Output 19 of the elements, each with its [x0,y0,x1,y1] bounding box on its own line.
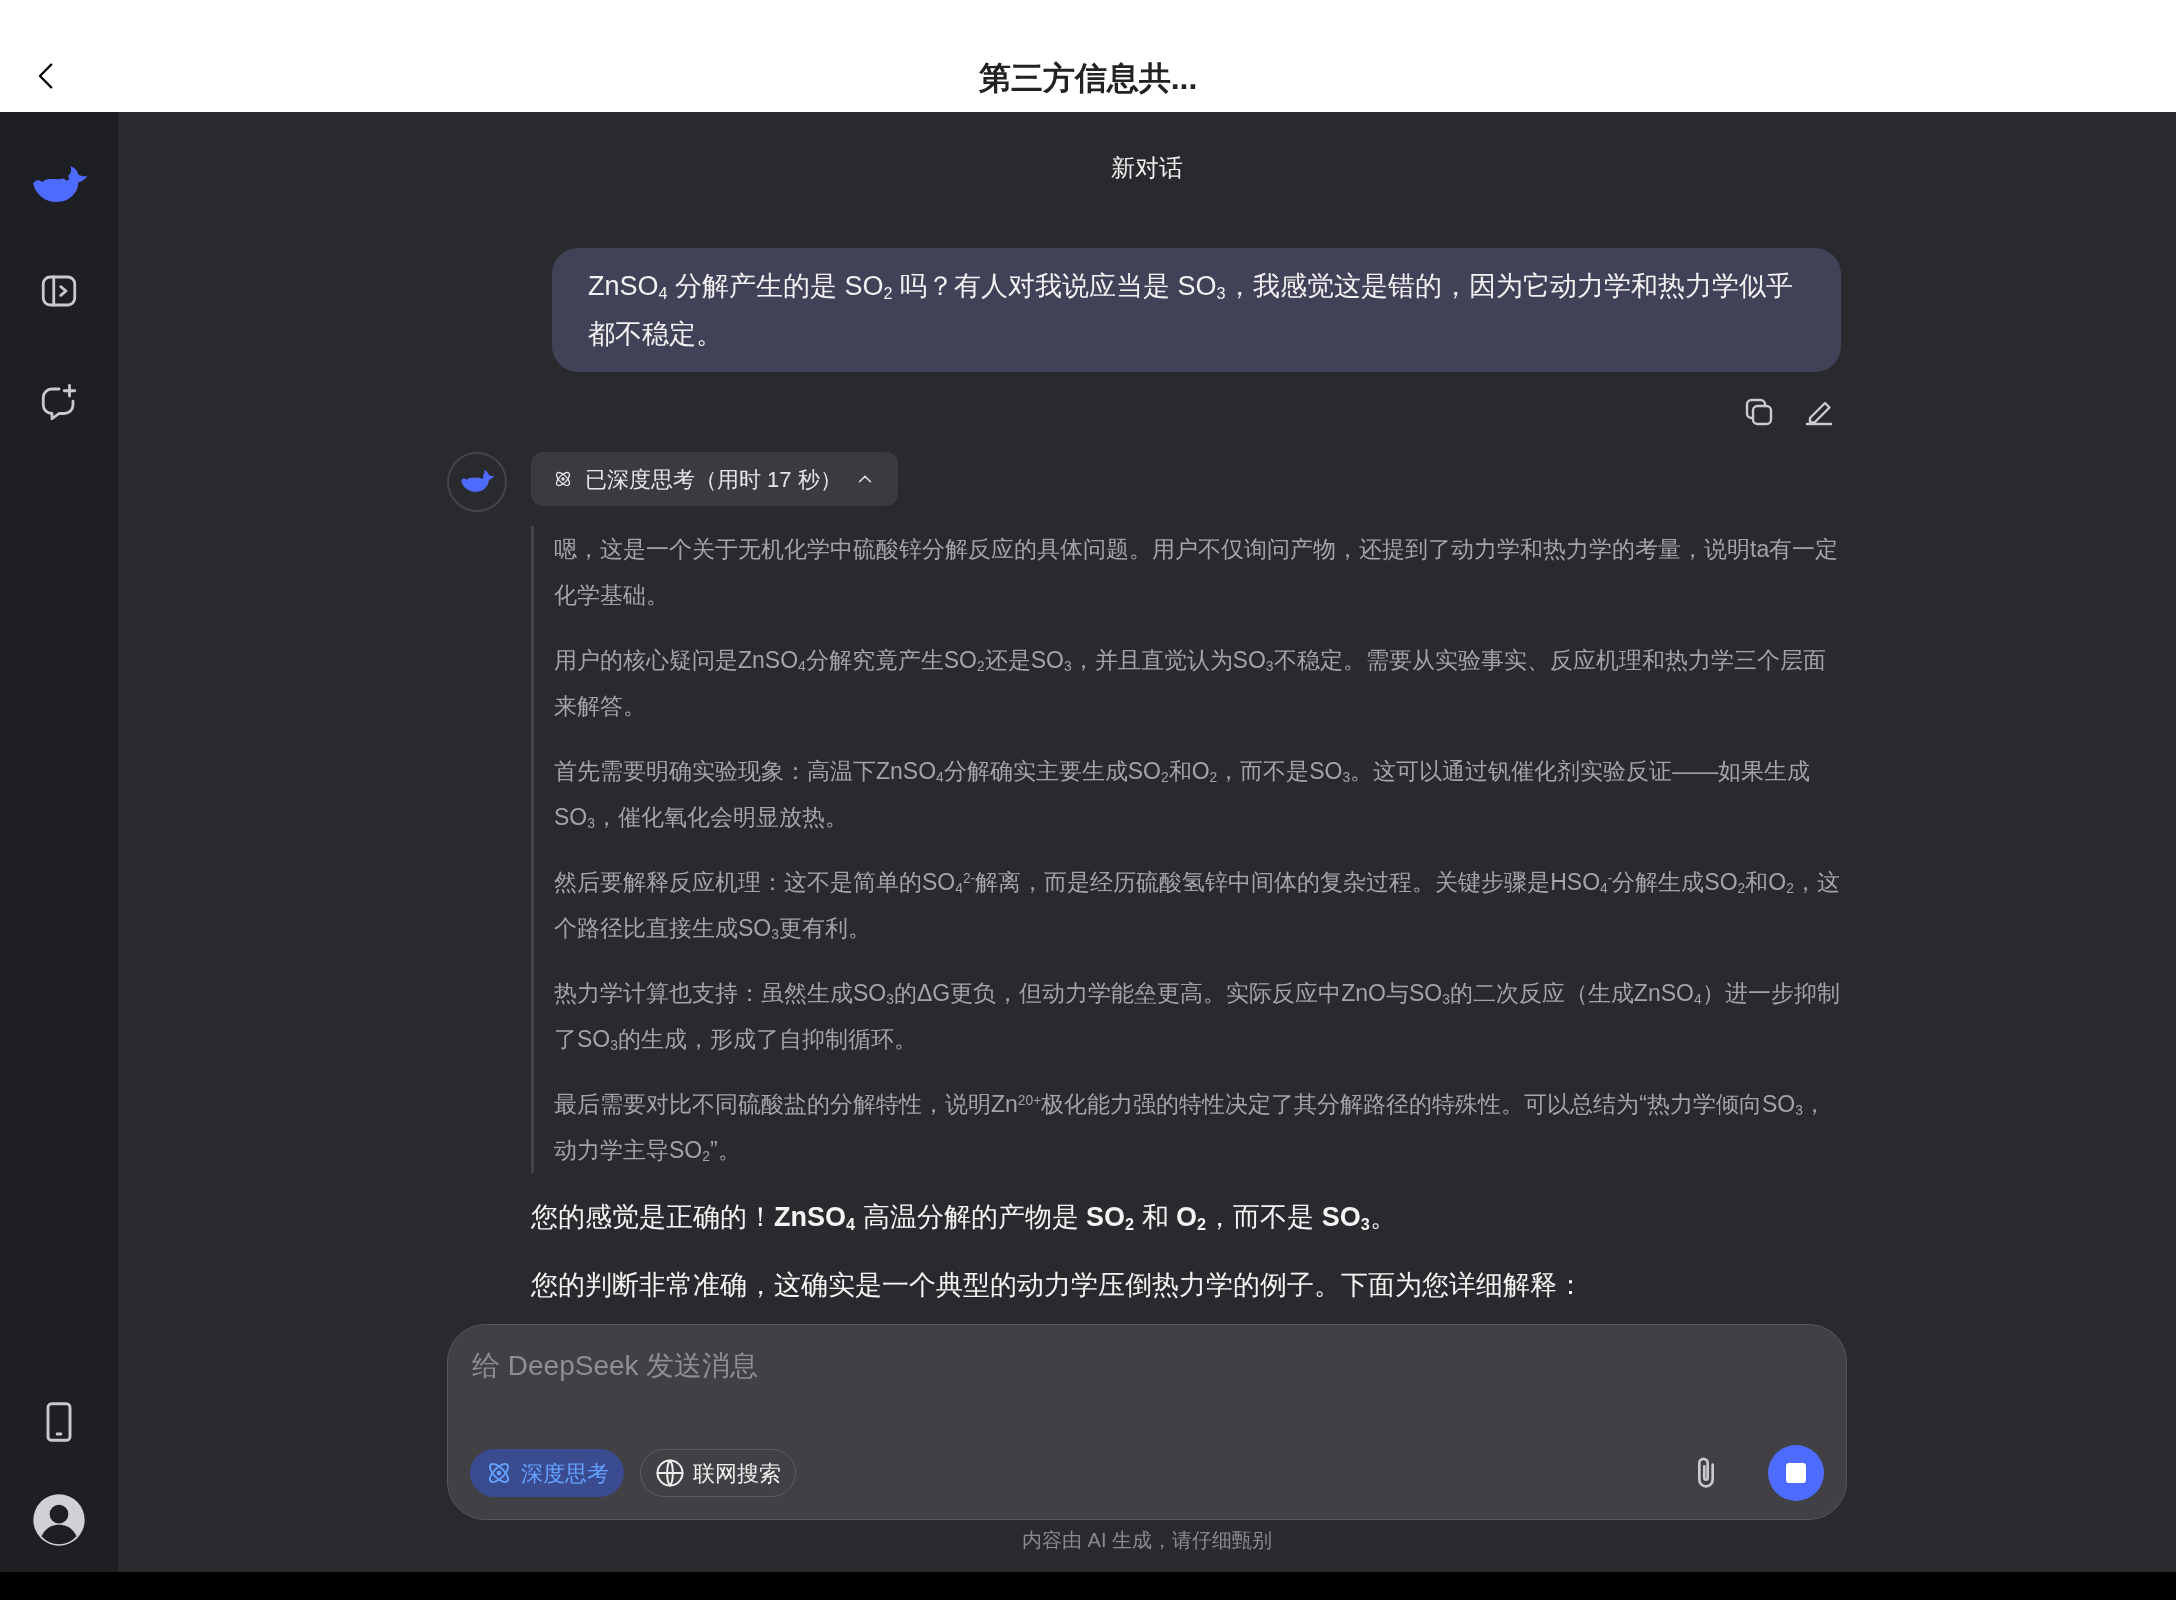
avatar-icon[interactable] [31,1492,87,1548]
thinking-paragraph: 热力学计算也支持：虽然生成SO$_{3}$的ΔG更负，但动力学能垒更高。实际反应中ZnO与SO$_{3}$的二次反应（生成ZnSO$_{4}$）进一步抑制了SO$_{3}$的生成，形成了自抑制循环。 [554,979,1841,1056]
answer-paragraph: 您的感觉是正确的！ZnSO$_{4}$ 高温分解的产物是 SO$_{2}$ 和 O$_{2}$，而不是 SO$_{3}$。 [531,1201,1398,1236]
answer-paragraph: 您的判断非常准确，这确实是一个典型的动力学压倒热力学的例子。下面为您详细解释： [531,1269,1585,1302]
thinking-paragraph: 首先需要明确实验现象：高温下ZnSO$_{4}$分解确实主要生成SO$_{2}$和O$_{2}$，而不是SO$_{3}$。这可以通过钒催化剂实验反证——如果生成SO$_{3}$，催化氧化会明显放热。 [554,757,1812,834]
thinking-paragraph: 用户的核心疑问是ZnSO$_{4}$分解究竟产生SO$_{2}$还是SO$_{3}$，并且直觉认为SO$_{3}$不稳定。需要从实验事实、反应机理和热力学三个层面来解答。 [554,646,1827,721]
page-title: 第三方信息共... [978,59,1198,98]
thinking-paragraph: 嗯，这是一个关于无机化学中硫酸锌分解反应的具体问题。用户不仅询问产物，还提到了动力学和热力学的考量，说明ta有一定化学基础。 [554,535,1840,610]
stop-button[interactable] [1768,1445,1824,1501]
stop-icon [1786,1463,1806,1483]
thinking-toggle[interactable]: 已深度思考（用时 17 秒） [531,452,898,506]
user-message: ZnSO$_{4}$ 分解产生的是 SO$_{2}$ 吗？有人对我说应当是 SO$_{3}$，我感觉这是错的，因为它动力学和热力学似乎都不稳定。 [552,248,1841,372]
disclaimer: 内容由 AI 生成，请仔细甄别 [1022,1528,1272,1553]
atom-icon [553,469,573,489]
chat-title: 新对话 [1111,153,1183,183]
message-input[interactable]: 给 DeepSeek 发送消息 [470,1345,1824,1387]
thinking-paragraph: 然后要解释反应机理：这不是简单的SO$_{4}$$^{2-}$解离，而是经历硫酸氢锌中间体的复杂过程。关键步骤是HSO$_{4}$$^{-}$分解生成SO$_{2}$和O$_{2}$，这个路径比直接生成SO$_{3}$更有利。 [554,868,1841,945]
globe-icon [655,1458,685,1488]
thinking-paragraph: 最后需要对比不同硫酸盐的分解特性，说明Zn$^{20+}$极化能力强的特性决定了其分解路径的特殊性。可以总结为“热力学倾向SO$_{3}$，动力学主导SO$_{2}$”。 [554,1090,1827,1167]
